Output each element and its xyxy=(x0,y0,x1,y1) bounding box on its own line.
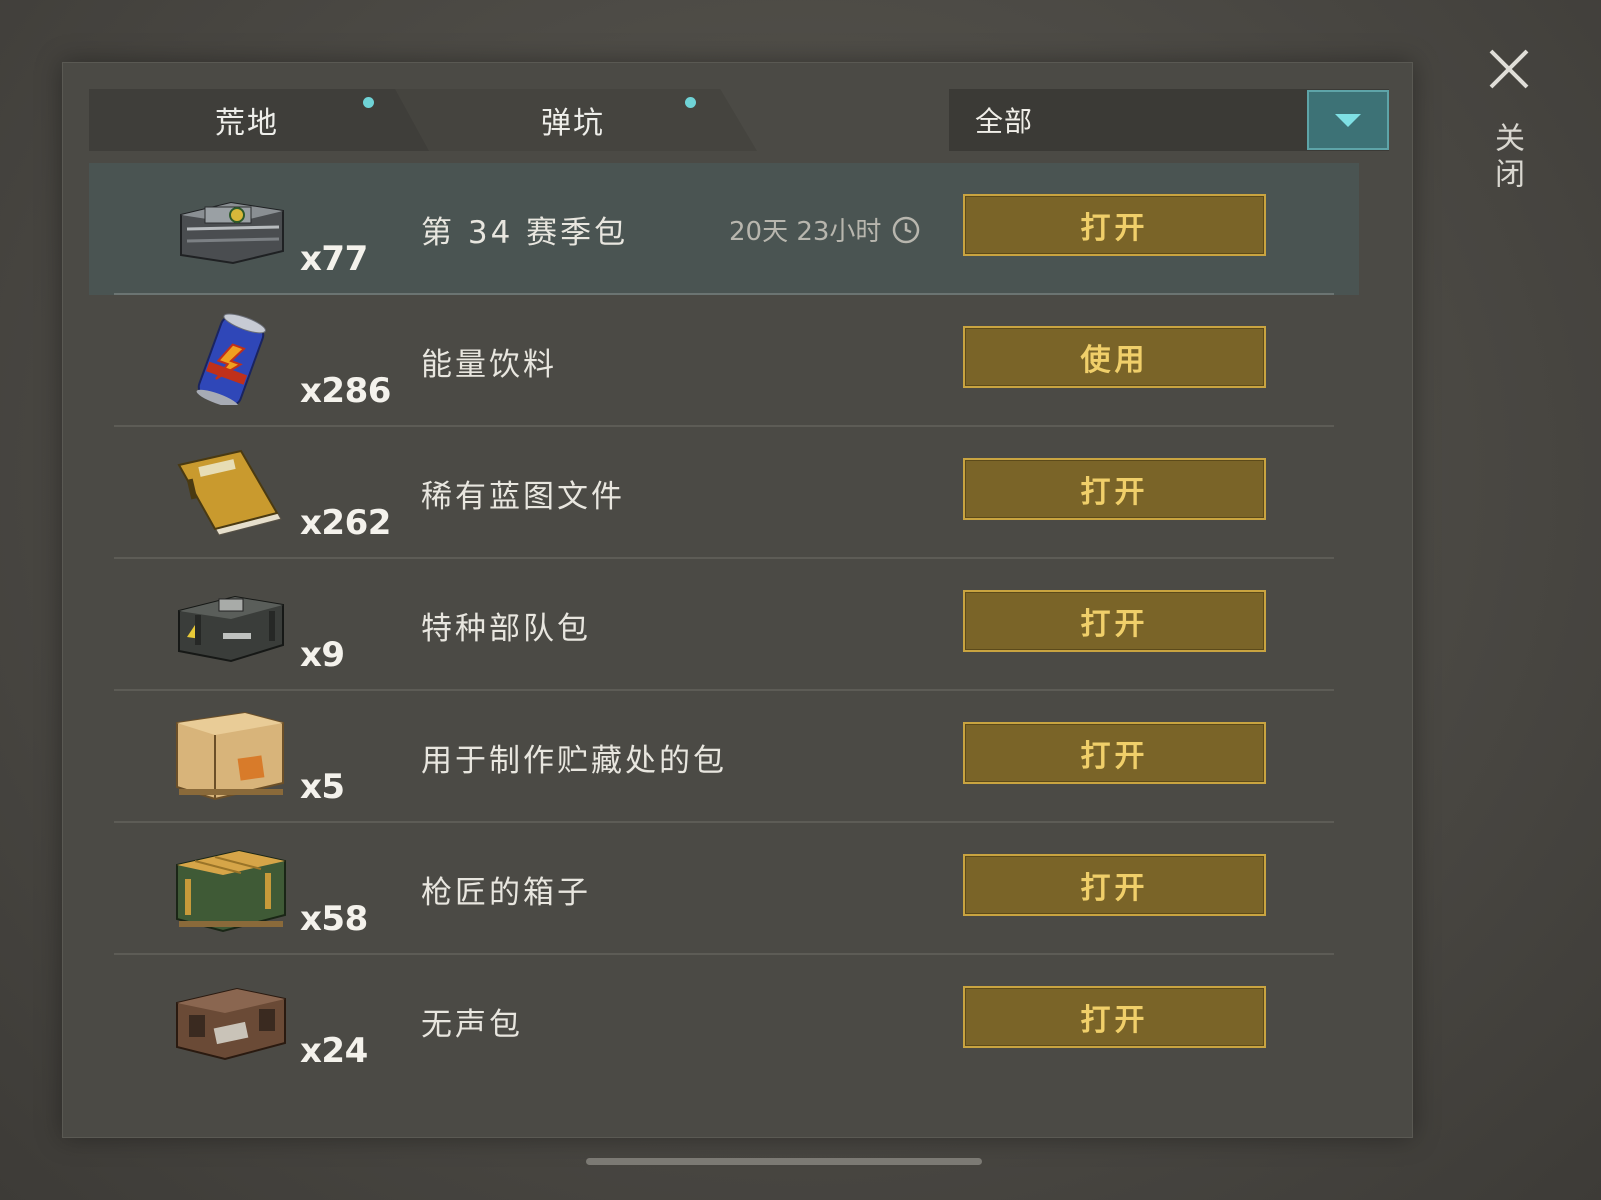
filter-dropdown[interactable]: 全部 xyxy=(949,89,1389,151)
filter-value: 全部 xyxy=(975,105,1034,138)
close-icon[interactable] xyxy=(1486,46,1532,92)
blueprint-folder-icon xyxy=(177,449,282,536)
item-quantity: x262 xyxy=(300,503,391,543)
item-quantity: x77 xyxy=(300,239,368,279)
open-button[interactable]: 打开 xyxy=(963,722,1266,784)
item-name: 第 34 赛季包 xyxy=(421,215,629,251)
clock-icon xyxy=(893,216,920,243)
tab-crater-label: 弹坑 xyxy=(541,106,605,141)
home-indicator[interactable] xyxy=(586,1158,982,1165)
notification-dot xyxy=(685,97,696,108)
item-quantity: x9 xyxy=(300,635,345,675)
open-button[interactable]: 打开 xyxy=(963,854,1266,916)
season-crate-icon xyxy=(180,201,284,265)
open-button[interactable]: 打开 xyxy=(963,590,1266,652)
item-quantity: x24 xyxy=(300,1031,368,1071)
item-name: 特种部队包 xyxy=(421,611,591,647)
tab-wasteland[interactable]: 荒地 xyxy=(89,89,429,151)
item-name: 枪匠的箱子 xyxy=(421,875,591,911)
list-item: x262 稀有蓝图文件 打开 xyxy=(89,427,1359,559)
item-name: 能量饮料 xyxy=(421,347,557,383)
timer-text: 20天 23小时 xyxy=(729,217,882,247)
list-item: x77 第 34 赛季包 20天 23小时 打开 xyxy=(89,163,1359,295)
item-name: 无声包 xyxy=(421,1007,523,1043)
list-item: x9 特种部队包 打开 xyxy=(89,559,1359,691)
item-timer: 20天 23小时 xyxy=(729,211,921,248)
furniture-box-icon xyxy=(176,711,284,801)
chevron-down-icon xyxy=(1335,113,1361,127)
item-name: 稀有蓝图文件 xyxy=(421,479,625,515)
item-quantity: x58 xyxy=(300,899,368,939)
gunsmith-crate-icon xyxy=(176,849,286,933)
open-button[interactable]: 打开 xyxy=(963,458,1266,520)
energy-drink-icon xyxy=(196,313,266,405)
tab-bar: 弹坑 荒地 全部 xyxy=(89,89,1389,151)
silent-case-icon xyxy=(176,987,286,1061)
list-item: x24 无声包 打开 xyxy=(89,955,1359,1083)
open-button[interactable]: 打开 xyxy=(963,194,1266,256)
close-label[interactable]: 关闭 xyxy=(1488,122,1528,194)
tab-crater[interactable]: 弹坑 xyxy=(389,89,757,151)
list-item: x58 枪匠的箱子 打开 xyxy=(89,823,1359,955)
list-item: x286 能量饮料 使用 xyxy=(89,295,1359,427)
use-button[interactable]: 使用 xyxy=(963,326,1266,388)
item-quantity: x286 xyxy=(300,371,391,411)
inventory-panel: 弹坑 荒地 全部 x77 第 34 赛季包 20天 23小时 打开 x286 能… xyxy=(62,62,1413,1138)
dropdown-button[interactable] xyxy=(1307,90,1389,150)
tab-wasteland-label: 荒地 xyxy=(215,106,279,141)
notification-dot xyxy=(363,97,374,108)
list-item: x5 用于制作贮藏处的包 打开 xyxy=(89,691,1359,823)
item-quantity: x5 xyxy=(300,767,345,807)
item-name: 用于制作贮藏处的包 xyxy=(421,743,727,779)
military-case-icon xyxy=(178,595,284,663)
item-list[interactable]: x77 第 34 赛季包 20天 23小时 打开 x286 能量饮料 使用 x2… xyxy=(89,163,1359,1083)
open-button[interactable]: 打开 xyxy=(963,986,1266,1048)
